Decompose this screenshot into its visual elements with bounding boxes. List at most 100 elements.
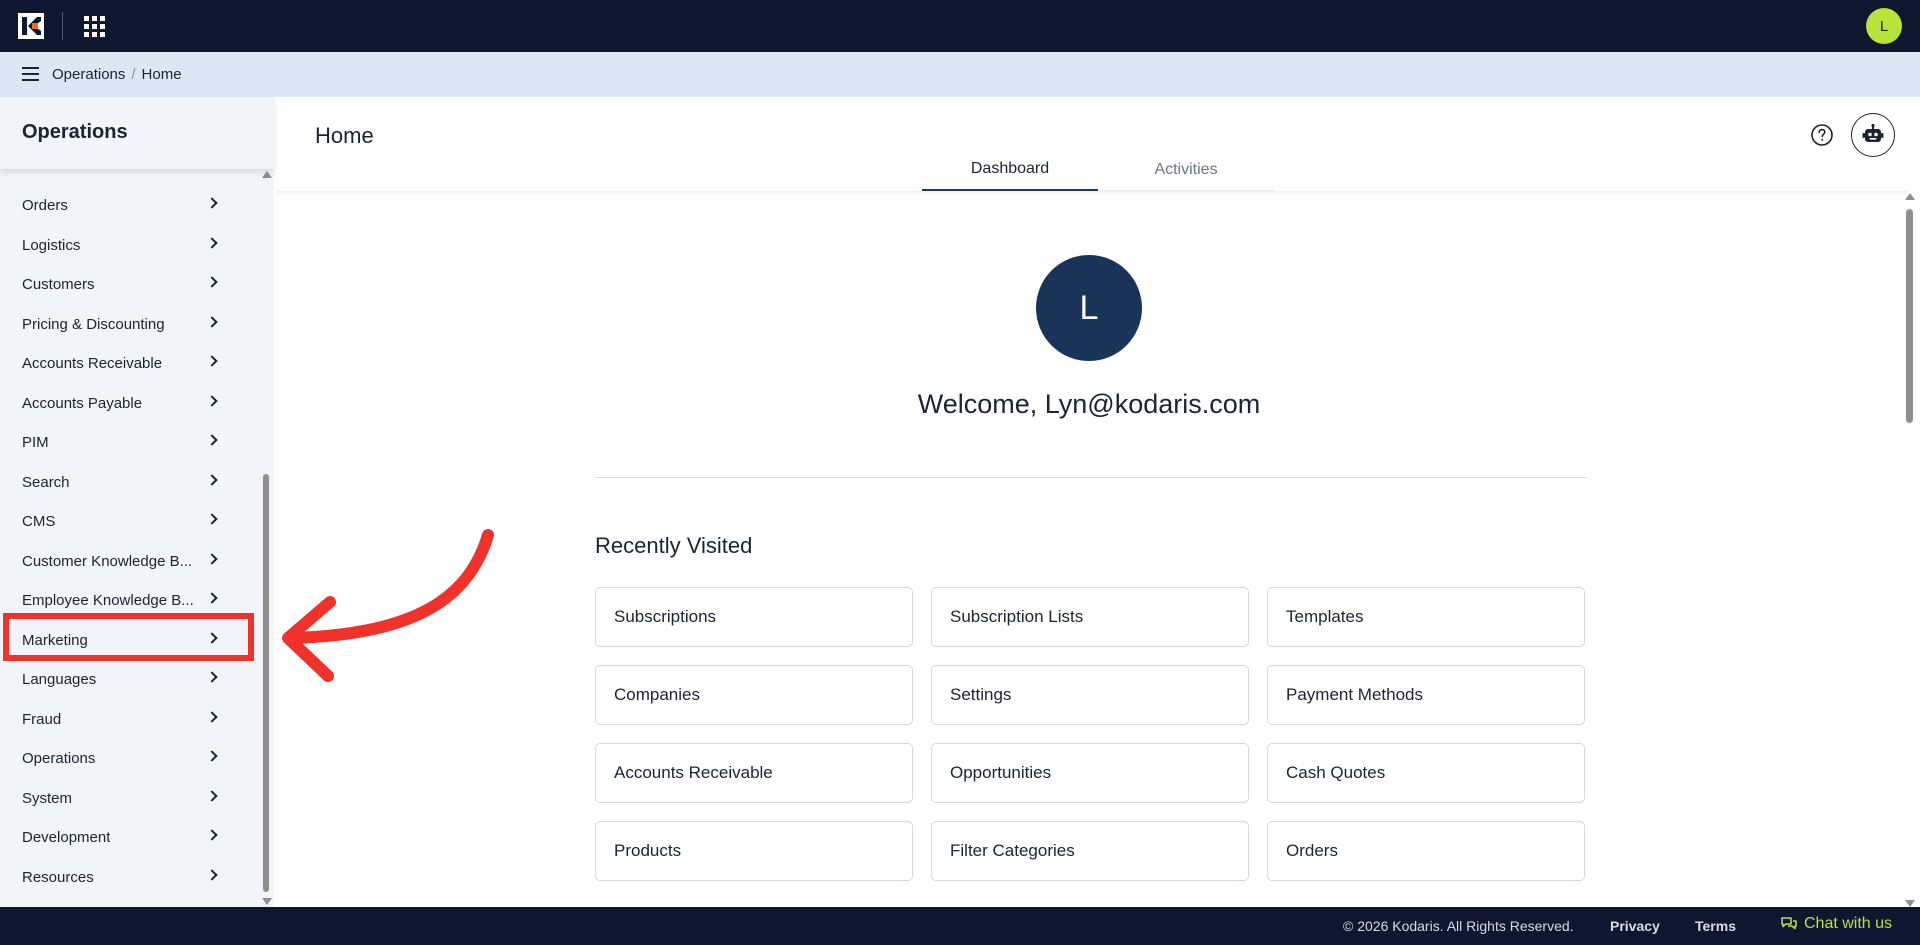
sidebar-item-employee-knowledge-base[interactable]: Employee Knowledge B... bbox=[0, 582, 258, 618]
chat-button[interactable]: Chat with us bbox=[1780, 915, 1892, 933]
recent-card-orders[interactable]: Orders bbox=[1267, 821, 1585, 881]
sidebar-item-label: Customer Knowledge B... bbox=[22, 552, 193, 570]
footer: © 2026 Kodaris. All Rights Reserved. Pri… bbox=[0, 907, 1920, 945]
tabs-shadow bbox=[276, 191, 1908, 195]
robot-icon bbox=[1862, 123, 1884, 142]
top-bar: L bbox=[0, 0, 1920, 52]
main-scroll-thumb[interactable] bbox=[1906, 209, 1913, 423]
content-divider bbox=[595, 477, 1586, 478]
chevron-right-icon bbox=[206, 553, 218, 565]
chevron-right-icon bbox=[206, 790, 218, 802]
recent-card-companies[interactable]: Companies bbox=[595, 665, 913, 725]
recent-card-opportunities[interactable]: Opportunities bbox=[931, 743, 1249, 803]
recent-card-subscriptions[interactable]: Subscriptions bbox=[595, 587, 913, 647]
sidebar-item-pim[interactable]: PIM bbox=[0, 424, 258, 460]
assistant-bot-button[interactable] bbox=[1851, 113, 1895, 157]
recent-card-products[interactable]: Products bbox=[595, 821, 913, 881]
main-scrollbar[interactable] bbox=[1904, 193, 1916, 907]
sidebar-item-label: Resources bbox=[22, 868, 94, 886]
sidebar-scrollbar[interactable] bbox=[261, 169, 272, 907]
user-avatar[interactable]: L bbox=[1866, 8, 1902, 44]
tab-bar: Dashboard Activities bbox=[922, 149, 1274, 191]
sidebar-item-system[interactable]: System bbox=[0, 780, 258, 816]
sidebar-item-development[interactable]: Development bbox=[0, 819, 258, 855]
chevron-right-icon bbox=[206, 197, 218, 209]
sidebar-item-pricing-discounting[interactable]: Pricing & Discounting bbox=[0, 306, 258, 342]
sidebar-item-label: Languages bbox=[22, 670, 97, 688]
recent-card-cash-quotes[interactable]: Cash Quotes bbox=[1267, 743, 1585, 803]
chevron-right-icon bbox=[206, 711, 218, 723]
scroll-down-arrow-icon[interactable] bbox=[1905, 900, 1915, 907]
sidebar-item-label: Marketing bbox=[22, 631, 88, 649]
sidebar-item-search[interactable]: Search bbox=[0, 464, 258, 500]
sidebar-item-label: Customers bbox=[22, 275, 95, 293]
sidebar-header: Operations bbox=[0, 97, 274, 169]
scroll-up-arrow-icon[interactable] bbox=[262, 171, 272, 178]
chat-label: Chat with us bbox=[1804, 915, 1893, 932]
chevron-right-icon bbox=[206, 474, 218, 486]
tab-activities[interactable]: Activities bbox=[1098, 149, 1274, 191]
sidebar: Operations Orders Logistics Customers Pr… bbox=[0, 97, 274, 907]
sidebar-item-label: Employee Knowledge B... bbox=[22, 591, 194, 609]
sidebar-item-label: Fraud bbox=[22, 710, 62, 728]
sidebar-item-languages[interactable]: Languages bbox=[0, 661, 258, 697]
sidebar-item-operations[interactable]: Operations bbox=[0, 740, 258, 776]
sidebar-item-label: System bbox=[22, 789, 73, 807]
help-icon[interactable] bbox=[1810, 123, 1834, 147]
breadcrumb-item-home: Home bbox=[141, 66, 182, 83]
sidebar-item-resources[interactable]: Resources bbox=[0, 859, 258, 895]
sidebar-item-orders[interactable]: Orders bbox=[0, 187, 258, 223]
sidebar-item-label: Accounts Receivable bbox=[22, 354, 163, 372]
sidebar-title: Operations bbox=[22, 121, 128, 143]
tab-dashboard[interactable]: Dashboard bbox=[922, 149, 1098, 191]
chevron-right-icon bbox=[206, 750, 218, 762]
sidebar-item-label: Pricing & Discounting bbox=[22, 315, 165, 333]
sidebar-item-label: Orders bbox=[22, 196, 68, 214]
recently-visited-title: Recently Visited bbox=[595, 533, 753, 558]
main-content: Home Dashboard Activities L Welcome, Lyn… bbox=[274, 97, 1920, 907]
terms-link[interactable]: Terms bbox=[1695, 918, 1736, 934]
breadcrumb-separator: / bbox=[131, 66, 136, 83]
breadcrumb-item-operations[interactable]: Operations bbox=[52, 66, 125, 83]
sidebar-item-customer-knowledge-base[interactable]: Customer Knowledge B... bbox=[0, 543, 258, 579]
chevron-right-icon bbox=[206, 355, 218, 367]
scroll-down-arrow-icon[interactable] bbox=[262, 898, 272, 905]
privacy-link[interactable]: Privacy bbox=[1610, 918, 1660, 934]
sidebar-item-accounts-payable[interactable]: Accounts Payable bbox=[0, 385, 258, 421]
chevron-right-icon bbox=[206, 237, 218, 249]
recent-card-filter-categories[interactable]: Filter Categories bbox=[931, 821, 1249, 881]
welcome-message: Welcome, Lyn@kodaris.com bbox=[917, 389, 1261, 419]
page-title: Home bbox=[315, 123, 374, 148]
topbar-divider bbox=[62, 12, 63, 40]
kodaris-logo-icon[interactable] bbox=[18, 13, 44, 39]
hamburger-menu-icon[interactable] bbox=[22, 67, 39, 81]
chevron-right-icon bbox=[206, 513, 218, 525]
sidebar-item-label: Operations bbox=[22, 749, 96, 767]
recent-card-accounts-receivable[interactable]: Accounts Receivable bbox=[595, 743, 913, 803]
sidebar-item-logistics[interactable]: Logistics bbox=[0, 227, 258, 263]
sidebar-item-customers[interactable]: Customers bbox=[0, 266, 258, 302]
recent-card-templates[interactable]: Templates bbox=[1267, 587, 1585, 647]
apps-grid-icon[interactable] bbox=[84, 16, 105, 37]
chevron-right-icon bbox=[206, 434, 218, 446]
chevron-right-icon bbox=[206, 395, 218, 407]
sidebar-item-label: PIM bbox=[22, 433, 49, 451]
sidebar-item-fraud[interactable]: Fraud bbox=[0, 701, 258, 737]
chevron-right-icon bbox=[206, 829, 218, 841]
sidebar-item-marketing[interactable]: Marketing bbox=[0, 622, 258, 658]
sidebar-item-label: Development bbox=[22, 828, 111, 846]
breadcrumb: Operations / Home bbox=[52, 66, 182, 83]
recent-card-payment-methods[interactable]: Payment Methods bbox=[1267, 665, 1585, 725]
chevron-right-icon bbox=[206, 592, 218, 604]
chat-bubble-icon bbox=[1781, 917, 1797, 930]
chevron-right-icon bbox=[206, 276, 218, 288]
recent-card-subscription-lists[interactable]: Subscription Lists bbox=[931, 587, 1249, 647]
chevron-right-icon bbox=[206, 632, 218, 644]
scroll-up-arrow-icon[interactable] bbox=[1905, 193, 1915, 200]
sidebar-item-accounts-receivable[interactable]: Accounts Receivable bbox=[0, 345, 258, 381]
chevron-right-icon bbox=[206, 316, 218, 328]
sidebar-item-cms[interactable]: CMS bbox=[0, 503, 258, 539]
sidebar-scroll-thumb[interactable] bbox=[263, 474, 269, 892]
sidebar-item-label: Accounts Payable bbox=[22, 394, 143, 412]
recent-card-settings[interactable]: Settings bbox=[931, 665, 1249, 725]
